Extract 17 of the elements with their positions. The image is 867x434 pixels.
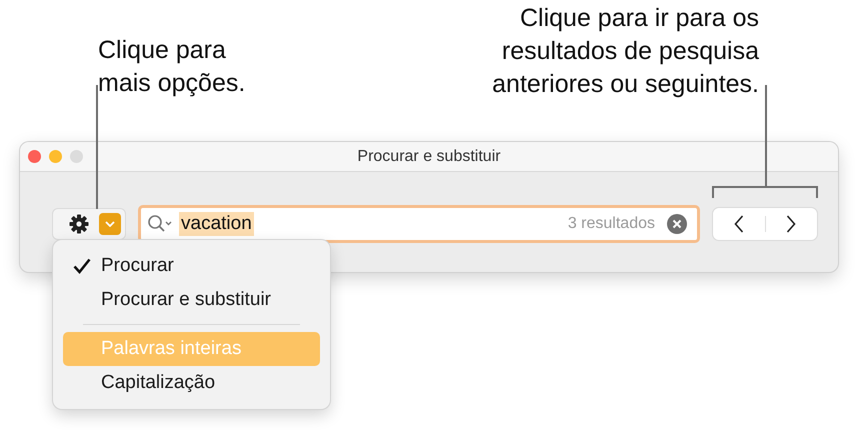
result-count: 3 resultados	[568, 215, 655, 233]
clear-icon[interactable]	[667, 214, 687, 234]
close-button[interactable]	[28, 150, 41, 163]
dropdown-icon	[99, 213, 121, 235]
search-field[interactable]: vacation 3 resultados	[138, 205, 700, 243]
search-icon	[147, 214, 173, 234]
callout-text: Clique para mais opções.	[98, 35, 246, 99]
callout-text: Clique para ir para os resultados de pesquisa anteriores ou seguintes.	[492, 3, 759, 100]
menu-item[interactable]: Procurar e substituir	[63, 283, 320, 317]
window-title: Procurar e substituir	[357, 148, 501, 166]
menu-item[interactable]: Capitalização	[63, 366, 320, 400]
options-button[interactable]	[52, 208, 126, 240]
gear-icon	[69, 214, 89, 234]
chevron-left-icon	[734, 215, 744, 233]
menu-item[interactable]: Procurar	[63, 249, 320, 283]
search-text: vacation	[179, 212, 254, 236]
chevron-right-icon	[786, 215, 796, 233]
